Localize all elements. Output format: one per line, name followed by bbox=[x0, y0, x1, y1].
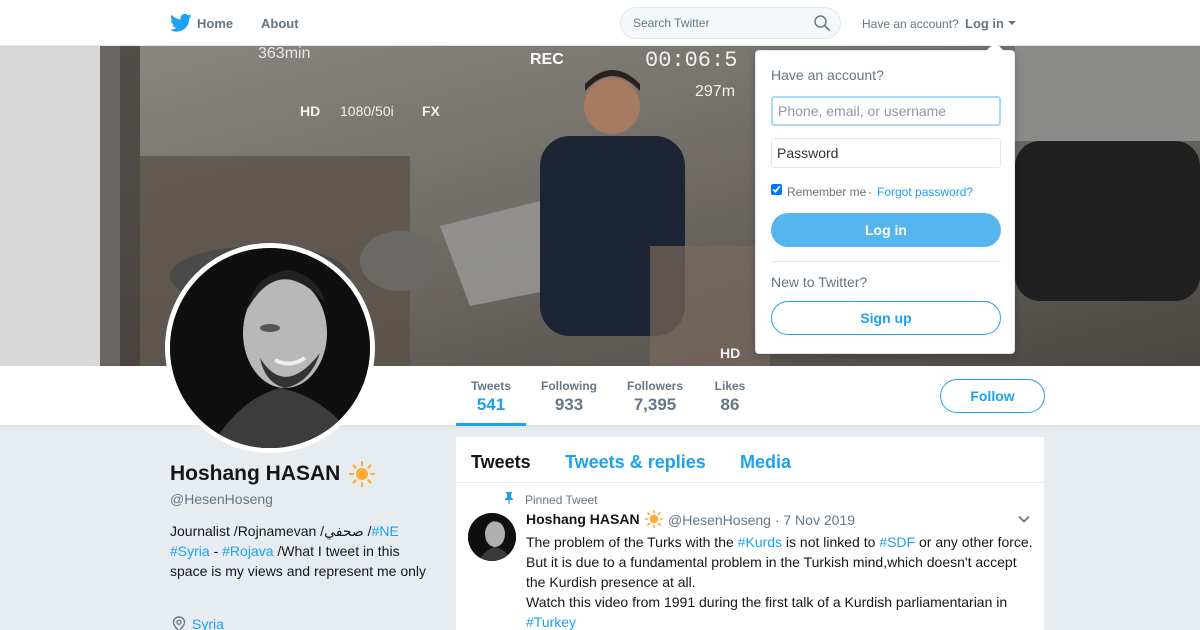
banner-fx-text: FX bbox=[422, 103, 441, 119]
search-box bbox=[620, 7, 841, 39]
stat-tweets[interactable]: Tweets 541 bbox=[456, 366, 526, 426]
stat-following-label: Following bbox=[541, 379, 597, 393]
banner-minutes-text: 363min bbox=[258, 46, 310, 62]
stat-tweets-value: 541 bbox=[476, 395, 506, 414]
remember-me-label[interactable]: Remember me bbox=[787, 185, 866, 199]
new-to-twitter-text: New to Twitter? bbox=[771, 274, 868, 290]
profile-location[interactable]: Syria bbox=[192, 616, 224, 630]
sun-icon bbox=[348, 460, 376, 488]
nav-home-link[interactable]: Home bbox=[197, 16, 233, 31]
tab-tweets[interactable]: Tweets bbox=[471, 452, 531, 473]
banner-timecode-text: 00:06:5 bbox=[645, 48, 737, 73]
forgot-password-link[interactable]: Forgot password? bbox=[877, 185, 973, 199]
hashtag-link[interactable]: #SDF bbox=[879, 534, 915, 550]
stat-likes[interactable]: Likes 86 bbox=[710, 366, 750, 426]
profile-name: Hoshang HASAN bbox=[170, 462, 341, 485]
login-button[interactable]: Log in bbox=[771, 213, 1001, 247]
twitter-bird-icon[interactable] bbox=[170, 13, 192, 33]
banner-resolution-text: 1080/50i bbox=[340, 103, 394, 119]
search-icon[interactable] bbox=[814, 15, 830, 31]
login-dropdown-title: Have an account? bbox=[771, 67, 884, 83]
login-dropdown: Have an account? Remember me · Forgot pa… bbox=[755, 42, 1015, 354]
stat-followers[interactable]: Followers 7,395 bbox=[624, 366, 686, 426]
stat-following-value: 933 bbox=[554, 395, 584, 414]
sun-icon bbox=[644, 509, 664, 529]
login-menu-toggle[interactable]: Log in bbox=[965, 16, 1004, 31]
follow-button[interactable]: Follow bbox=[940, 379, 1045, 413]
bio-text: Journalist /Rojnamevan /صحفي / bbox=[170, 523, 372, 539]
tweet-text-segment: Watch this video from 1991 during the fi… bbox=[526, 594, 1008, 610]
username-field[interactable] bbox=[771, 96, 1001, 126]
tweet-text-segment: The problem of the Turks with the bbox=[526, 534, 738, 550]
tab-media[interactable]: Media bbox=[740, 452, 791, 473]
avatar-image bbox=[170, 248, 370, 448]
tweet-meta[interactable]: @HesenHoseng · 7 Nov 2019 bbox=[668, 512, 855, 528]
banner-hd-text: HD bbox=[300, 103, 320, 119]
profile-avatar[interactable] bbox=[165, 243, 375, 453]
hashtag-link[interactable]: #Syria bbox=[170, 543, 210, 559]
separator-dot: · bbox=[868, 185, 872, 199]
banner-rec-text: REC bbox=[530, 51, 564, 68]
tweet-text-segment: is not linked to bbox=[782, 534, 880, 550]
stat-followers-value: 7,395 bbox=[633, 395, 677, 414]
have-account-text: Have an account? bbox=[862, 17, 959, 31]
tweet-author-name[interactable]: Hoshang HASAN bbox=[526, 511, 640, 527]
stat-followers-label: Followers bbox=[626, 379, 683, 393]
password-field[interactable] bbox=[771, 138, 1001, 168]
caret-down-icon[interactable] bbox=[1008, 21, 1016, 25]
signup-button[interactable]: Sign up bbox=[771, 301, 1001, 335]
timeline-panel: Tweets Tweets & replies Media Pinned Twe… bbox=[456, 437, 1044, 630]
hashtag-link[interactable]: #NE bbox=[372, 523, 399, 539]
stat-following[interactable]: Following 933 bbox=[538, 366, 600, 426]
hashtag-link[interactable]: #Kurds bbox=[738, 534, 782, 550]
dropdown-caret bbox=[986, 42, 1004, 51]
banner-hd-text-2: HD bbox=[720, 345, 740, 361]
stat-likes-value: 86 bbox=[720, 395, 740, 414]
top-navigation-bar: Home About Have an account? Log in bbox=[0, 0, 1200, 46]
bio-text: - bbox=[209, 543, 223, 559]
tweet-avatar-image bbox=[468, 513, 516, 561]
tweet-text: The problem of the Turks with the #Kurds… bbox=[526, 532, 1036, 630]
hashtag-link[interactable]: #Turkey bbox=[526, 614, 576, 630]
hashtag-link[interactable]: #Rojava bbox=[222, 543, 273, 559]
profile-bio: Journalist /Rojnamevan /صحفي /#NE #Syria… bbox=[170, 521, 440, 581]
stat-tweets-label: Tweets bbox=[471, 379, 511, 393]
search-input[interactable] bbox=[621, 8, 801, 38]
nav-about-link[interactable]: About bbox=[261, 16, 299, 31]
pinned-tweet-label: Pinned Tweet bbox=[525, 493, 598, 507]
tab-tweets-replies[interactable]: Tweets & replies bbox=[565, 452, 706, 473]
timeline-tabs: Tweets Tweets & replies Media bbox=[456, 437, 1044, 483]
stat-likes-label: Likes bbox=[714, 379, 746, 393]
profile-handle[interactable]: @HesenHoseng bbox=[170, 491, 273, 507]
pin-icon bbox=[505, 492, 513, 504]
remember-me-checkbox[interactable] bbox=[771, 184, 782, 195]
banner-counter-text: 297m bbox=[695, 83, 735, 100]
tweet-avatar[interactable] bbox=[468, 513, 516, 561]
dropdown-divider bbox=[771, 261, 1001, 262]
chevron-down-icon[interactable] bbox=[1018, 515, 1030, 523]
location-pin-icon bbox=[172, 616, 186, 630]
